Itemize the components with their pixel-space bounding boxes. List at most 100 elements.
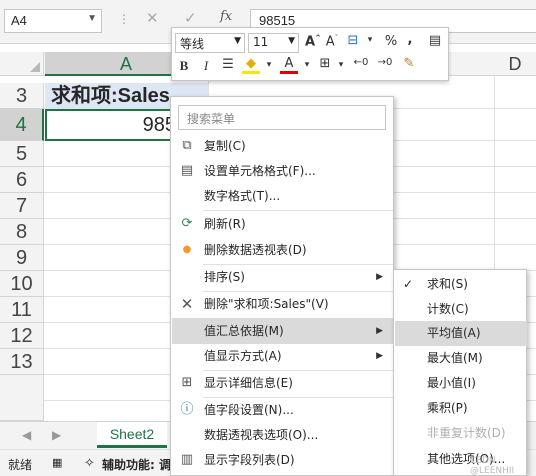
field-settings-icon: ⓘ	[180, 402, 194, 417]
chevron-down-icon[interactable]: ▼	[87, 13, 97, 24]
macro-record-icon[interactable]: ▦	[52, 456, 62, 469]
drag-handle-icon[interactable]: ⋮	[118, 12, 130, 26]
format-table-icon[interactable]: ▤	[426, 33, 444, 48]
menu-item-label: 删除"求和项:Sales"(V)	[204, 297, 329, 311]
close-icon: ✕	[180, 295, 194, 313]
chevron-down-icon: ▼	[234, 36, 241, 46]
submenu-item-min[interactable]: 最小值(I)	[395, 371, 527, 396]
checkmark-icon: ✓	[403, 277, 414, 291]
submenu-item-label: 乘积(P)	[427, 401, 468, 415]
increase-font-icon[interactable]: A^	[304, 34, 322, 49]
comma-style-icon[interactable]: ,	[401, 32, 419, 47]
font-size-select[interactable]: 11 ▼	[248, 33, 299, 53]
row-header-filler	[0, 375, 44, 421]
menu-item-summarize-by[interactable]: 值汇总依据(M) ▶	[172, 318, 393, 344]
fill-color-icon[interactable]: ◆	[242, 56, 260, 74]
watermark: CSDN @LEENHII	[470, 456, 515, 476]
insert-function-icon[interactable]: fx	[220, 9, 232, 24]
row-header-10[interactable]: 10	[0, 271, 44, 297]
row-header-3[interactable]: 3	[0, 83, 44, 109]
chevron-down-icon[interactable]: ▾	[260, 60, 278, 70]
name-box[interactable]: A4 ▼	[4, 9, 102, 33]
menu-item-label: 值显示方式(A)	[204, 349, 282, 363]
chevron-down-icon[interactable]: ▾	[332, 60, 350, 70]
menu-item-label: 设置单元格格式(F)...	[204, 164, 316, 178]
submenu-item-label: 求和(S)	[427, 277, 468, 291]
chevron-down-icon: ▼	[288, 36, 295, 46]
cancel-icon[interactable]: ✕	[146, 9, 159, 27]
accessibility-icon[interactable]: ✧	[84, 456, 95, 471]
font-name-select[interactable]: 等线 ▼	[175, 33, 245, 53]
submenu-item-distinct-count: 非重复计数(D)	[395, 421, 527, 446]
menu-item-delete-field[interactable]: ✕ 删除"求和项:Sales"(V)	[172, 291, 393, 317]
chevron-right-icon: ▶	[376, 326, 383, 336]
menu-item-label: 刷新(R)	[204, 217, 246, 231]
row-header-9[interactable]: 9	[0, 245, 44, 271]
row-header-12[interactable]: 12	[0, 323, 44, 349]
tab-sheet2[interactable]: Sheet2	[97, 422, 167, 448]
submenu-item-max[interactable]: 最大值(M)	[395, 346, 527, 371]
row-header-13[interactable]: 13	[0, 349, 44, 375]
percent-style-icon[interactable]: %	[382, 34, 400, 49]
tab-prev-icon[interactable]: ◀	[22, 428, 31, 442]
submenu-item-product[interactable]: 乘积(P)	[395, 396, 527, 421]
chevron-right-icon: ▶	[376, 351, 383, 361]
align-center-icon[interactable]: ☰	[219, 57, 237, 72]
submenu-item-sum[interactable]: ✓ 求和(S)	[395, 272, 527, 297]
font-name-value: 等线	[180, 37, 205, 51]
copy-icon: ⧉	[182, 138, 192, 153]
mini-toolbar: 等线 ▼ 11 ▼ A^ Aˇ ⊟ ▾ % , ▤ B I ☰ ◆ ▾ A ▾ …	[171, 27, 449, 81]
menu-search-input[interactable]: 搜索菜单	[178, 105, 386, 130]
submenu-item-count[interactable]: 计数(C)	[395, 297, 527, 322]
font-size-value: 11	[253, 35, 269, 49]
format-cells-icon: ▤	[180, 163, 194, 178]
decrease-font-icon[interactable]: Aˇ	[323, 34, 341, 49]
row-header-7[interactable]: 7	[0, 193, 44, 219]
submenu-item-label: 最小值(I)	[427, 376, 476, 390]
submenu-item-label: 计数(C)	[427, 302, 469, 316]
row-header-5[interactable]: 5	[0, 141, 44, 167]
menu-item-label: 值字段设置(N)...	[204, 403, 294, 417]
menu-item-refresh[interactable]: ⟳ 刷新(R)	[172, 211, 393, 237]
menu-item-sort[interactable]: 排序(S) ▶	[172, 264, 393, 290]
menu-item-label: 数据透视表选项(O)...	[204, 428, 319, 442]
menu-item-value-field-settings[interactable]: ⓘ 值字段设置(N)...	[172, 397, 393, 423]
menu-item-delete-pivot[interactable]: ● 删除数据透视表(D)	[172, 237, 393, 263]
menu-item-label: 值汇总依据(M)	[204, 324, 284, 338]
chevron-down-icon[interactable]: ▾	[298, 60, 316, 70]
menu-item-label: 复制(C)	[204, 139, 246, 153]
accessibility-status[interactable]: 辅助功能: 调	[102, 456, 171, 473]
menu-item-label: 数字格式(T)...	[204, 189, 281, 203]
row-header-11[interactable]: 11	[0, 297, 44, 323]
tab-next-icon[interactable]: ▶	[52, 428, 61, 442]
format-painter-icon[interactable]: ✎	[400, 56, 418, 71]
submenu-item-label: 平均值(A)	[427, 326, 481, 340]
column-header-d[interactable]: D	[494, 52, 536, 76]
number-format-icon[interactable]: ⊟	[344, 33, 362, 48]
menu-item-show-values-as[interactable]: 值显示方式(A) ▶	[172, 343, 393, 369]
menu-item-label: 排序(S)	[204, 270, 245, 284]
menu-item-label: 显示字段列表(D)	[204, 453, 295, 467]
menu-item-number-format[interactable]: 数字格式(T)...	[172, 183, 393, 209]
select-all-corner[interactable]	[0, 52, 44, 76]
decrease-decimal-icon[interactable]: →0	[376, 57, 394, 68]
chevron-down-icon[interactable]: ▾	[361, 35, 379, 45]
menu-item-label: 显示详细信息(E)	[204, 376, 293, 390]
status-ready: 就绪	[8, 458, 33, 472]
menu-item-pivot-options[interactable]: 数据透视表选项(O)...	[172, 422, 393, 448]
row-header-8[interactable]: 8	[0, 219, 44, 245]
enter-icon[interactable]: ✓	[184, 9, 197, 27]
menu-item-format-cells[interactable]: ▤ 设置单元格格式(F)...	[172, 158, 393, 184]
row-header-6[interactable]: 6	[0, 167, 44, 193]
refresh-icon: ⟳	[181, 216, 193, 231]
menu-item-field-list[interactable]: ▥ 显示字段列表(D)	[172, 447, 393, 473]
menu-item-show-details[interactable]: ⊞ 显示详细信息(E)	[172, 370, 393, 396]
summarize-submenu: ✓ 求和(S) 计数(C) 平均值(A) 最大值(M) 最小值(I) 乘积(P)…	[393, 269, 527, 476]
italic-icon[interactable]: I	[197, 58, 215, 74]
bold-icon[interactable]: B	[175, 58, 193, 74]
font-color-icon[interactable]: A	[280, 56, 298, 74]
row-header-4[interactable]: 4	[0, 109, 44, 141]
increase-decimal-icon[interactable]: ←0	[352, 57, 370, 68]
menu-item-copy[interactable]: ⧉ 复制(C)	[172, 133, 393, 159]
submenu-item-average[interactable]: 平均值(A)	[395, 321, 527, 346]
